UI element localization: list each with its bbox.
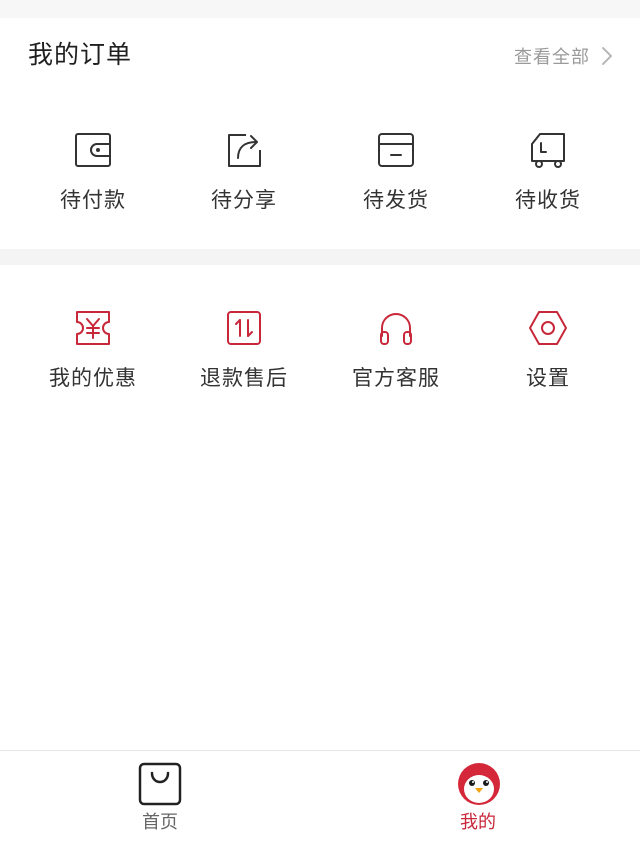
tab-home[interactable]: 首页 <box>0 751 320 842</box>
settings-button[interactable]: 设置 <box>472 298 624 408</box>
customer-service-button[interactable]: 官方客服 <box>320 298 472 408</box>
pending-payment-label: 待付款 <box>60 188 126 212</box>
pending-receipt-label: 待收货 <box>515 188 581 212</box>
wallet-icon <box>75 133 111 167</box>
pending-receipt-button[interactable]: 待收货 <box>472 120 624 230</box>
tab-mine[interactable]: 我的 <box>320 751 640 842</box>
chevron-right-icon <box>602 47 612 65</box>
view-all-orders-link[interactable]: 查看全部 <box>514 44 614 68</box>
customer-service-label: 官方客服 <box>352 366 440 390</box>
top-spacer <box>0 0 640 18</box>
penguin-avatar-icon <box>458 763 500 805</box>
orders-header: 我的订单 查看全部 <box>0 18 640 94</box>
package-icon <box>378 133 414 167</box>
tab-mine-label: 我的 <box>460 812 496 833</box>
truck-icon <box>531 133 565 168</box>
pending-share-button[interactable]: 待分享 <box>168 120 320 230</box>
refund-aftersales-label: 退款售后 <box>200 366 288 390</box>
pending-shipment-button[interactable]: 待发货 <box>320 120 472 230</box>
settings-icon <box>529 311 567 345</box>
refund-icon <box>227 311 261 345</box>
coupon-icon <box>76 311 110 345</box>
view-all-label: 查看全部 <box>514 47 590 68</box>
settings-label: 设置 <box>526 366 570 390</box>
share-icon <box>228 134 261 167</box>
order-status-row: 待付款 待分享 待发货 待收货 <box>0 120 640 240</box>
pending-payment-button[interactable]: 待付款 <box>17 120 169 230</box>
my-coupons-button[interactable]: 我的优惠 <box>17 298 169 408</box>
refund-aftersales-button[interactable]: 退款售后 <box>168 298 320 408</box>
headphones-icon <box>380 313 412 345</box>
pending-share-label: 待分享 <box>211 188 277 212</box>
section-divider <box>0 249 640 265</box>
pending-shipment-label: 待发货 <box>363 188 429 212</box>
shopping-bag-icon <box>138 762 182 806</box>
services-row: 我的优惠 退款售后 官方客服 设置 <box>0 298 640 418</box>
tab-home-label: 首页 <box>142 812 178 833</box>
bottom-tab-bar: 首页 我的 <box>0 750 640 842</box>
orders-title: 我的订单 <box>28 40 133 69</box>
my-coupons-label: 我的优惠 <box>49 366 137 390</box>
